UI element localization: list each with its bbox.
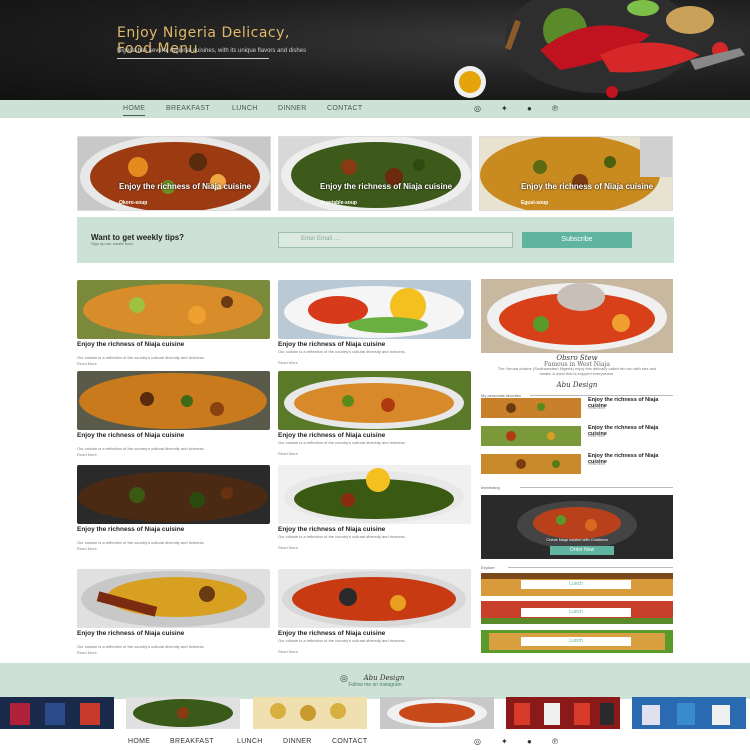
explore-card[interactable]: Lunch: [481, 573, 673, 596]
read-more-link[interactable]: Read More: [588, 406, 605, 410]
favorite-image[interactable]: [481, 454, 581, 474]
instagram-photo[interactable]: [506, 697, 620, 729]
explore-lunch-button[interactable]: Lunch: [521, 637, 631, 646]
email-input[interactable]: Enter Email ....: [278, 232, 513, 248]
dish-image[interactable]: [77, 371, 270, 430]
okoro-soup-image: [78, 137, 270, 210]
read-more-link[interactable]: Read More: [77, 361, 97, 366]
read-more-link[interactable]: Read More: [77, 546, 97, 551]
dish-title[interactable]: Enjoy the richness of Niaja cuisine: [77, 630, 217, 637]
dish-desc: Our cuisine is a reflection of the count…: [77, 540, 205, 545]
sidebar-feature-text: The Yoruba cuisine (Southwestern Nigeria…: [497, 366, 657, 376]
interesting-label: Interesting: [481, 485, 500, 490]
nav-contact[interactable]: CONTACT: [327, 105, 362, 112]
dish-image[interactable]: [77, 569, 270, 628]
instagram-photo[interactable]: [632, 697, 746, 729]
dish-title[interactable]: Enjoy the richness of Niaja cuisine: [77, 341, 217, 348]
order-now-button[interactable]: Order Now: [550, 546, 614, 555]
footer-follow[interactable]: Follow me on Instagram: [0, 682, 750, 688]
nav-dinner[interactable]: DINNER: [278, 105, 307, 112]
dish-image[interactable]: [278, 569, 471, 628]
featured-card[interactable]: Enjoy the richness of Niaja cuisine Okor…: [77, 136, 271, 211]
instagram-icon[interactable]: ◎: [474, 105, 481, 113]
dish-desc: Our cuisine is a reflection of the count…: [278, 440, 406, 445]
subscribe-button[interactable]: Subscribe: [522, 232, 632, 248]
read-more-link[interactable]: Read More: [278, 451, 298, 456]
footer-nav-lunch[interactable]: LUNCH: [237, 738, 263, 745]
dish-image[interactable]: [278, 465, 471, 524]
explore-label: Explore: [481, 565, 495, 570]
dish-title[interactable]: Enjoy the richness of Niaja cuisine: [77, 526, 217, 533]
explore-lunch-button[interactable]: Lunch: [521, 580, 631, 589]
vegetable-soup-image: [279, 137, 471, 210]
dish-title[interactable]: Enjoy the richness of Niaja cuisine: [278, 432, 418, 439]
dish-image[interactable]: [77, 465, 270, 524]
featured-card[interactable]: Enjoy the richness of Niaja cuisine Vege…: [278, 136, 472, 211]
explore-lunch-button[interactable]: Lunch: [521, 608, 631, 617]
footer-brand: Abu Design: [363, 674, 405, 682]
divider: [520, 487, 673, 488]
favorite-image[interactable]: [481, 398, 581, 418]
egusi-soup-image: [480, 137, 672, 210]
dish-desc: Our cuisine is a reflection of the count…: [278, 349, 406, 354]
footer-nav-dinner[interactable]: DINNER: [283, 738, 312, 745]
read-more-link[interactable]: Read More: [77, 650, 97, 655]
featured-subtitle: Okoro-soup: [119, 200, 148, 206]
dish-desc: Our cuisine is a reflection of the count…: [77, 446, 205, 451]
footer-nav-breakfast[interactable]: BREAKFAST: [170, 738, 214, 745]
dish-title[interactable]: Enjoy the richness of Niaja cuisine: [278, 526, 418, 533]
featured-card[interactable]: Enjoy the richness of Niaja cuisine Egus…: [479, 136, 673, 211]
newsletter-subheading: Sign up our create food: [91, 241, 133, 246]
featured-subtitle: Vegetable-soup: [320, 200, 357, 206]
favorite-image[interactable]: [481, 426, 581, 446]
dish-image[interactable]: [278, 371, 471, 430]
sidebar-author: Abu Design: [556, 381, 598, 389]
explore-card[interactable]: Lunch: [481, 630, 673, 653]
main-nav: HOME BREAKFAST LUNCH DINNER CONTACT ◎ ✦ …: [0, 100, 750, 118]
pinterest-icon[interactable]: ℗: [552, 105, 558, 113]
read-more-link[interactable]: Read More: [278, 360, 298, 365]
facebook-icon[interactable]: ●: [527, 738, 532, 746]
promo-text: Check Niaja cuisine with Chidinma: [546, 537, 608, 542]
instagram-photo[interactable]: [126, 697, 240, 729]
nav-lunch[interactable]: LUNCH: [232, 105, 258, 112]
read-more-link[interactable]: Read More: [278, 649, 298, 654]
dish-desc: Our cuisine is a reflection of the count…: [278, 638, 406, 643]
footer-nav-contact[interactable]: CONTACT: [332, 738, 367, 745]
divider: [530, 395, 673, 396]
instagram-photo[interactable]: [253, 697, 367, 729]
footer-nav-home[interactable]: HOME: [128, 738, 150, 745]
featured-title: Enjoy the richness of Niaja cuisine: [119, 182, 252, 191]
hero-subtitle: Nigeria has several regional cuisines, w…: [117, 48, 307, 54]
divider: [508, 567, 673, 568]
featured-title: Enjoy the richness of Niaja cuisine: [521, 182, 654, 191]
featured-title: Enjoy the richness of Niaja cuisine: [320, 182, 453, 191]
read-more-link[interactable]: Read More: [588, 434, 605, 438]
featured-subtitle: Egusi-soup: [521, 200, 549, 206]
hero-divider: [117, 58, 269, 59]
dish-title[interactable]: Enjoy the richness of Niaja cuisine: [278, 341, 418, 348]
read-more-link[interactable]: Read More: [278, 545, 298, 550]
dish-desc: Our cuisine is a reflection of the count…: [77, 355, 205, 360]
dish-title[interactable]: Enjoy the richness of Niaja cuisine: [77, 432, 217, 439]
instagram-photo[interactable]: [380, 697, 494, 729]
instagram-photo[interactable]: [0, 697, 114, 729]
dish-image[interactable]: [278, 280, 471, 339]
read-more-link[interactable]: Read More: [588, 462, 605, 466]
instagram-icon[interactable]: ◎: [474, 738, 481, 746]
dish-image[interactable]: [77, 280, 270, 339]
nav-breakfast[interactable]: BREAKFAST: [166, 105, 210, 112]
facebook-icon[interactable]: ●: [527, 105, 532, 113]
dish-title[interactable]: Enjoy the richness of Niaja cuisine: [278, 630, 418, 637]
featured-stew-image: [481, 279, 673, 353]
dish-desc: Our cuisine is a reflection of the count…: [77, 644, 205, 649]
explore-card[interactable]: Lunch: [481, 601, 673, 624]
twitter-icon[interactable]: ✦: [501, 738, 508, 746]
nav-home[interactable]: HOME: [123, 105, 146, 116]
pinterest-icon[interactable]: ℗: [552, 738, 558, 746]
twitter-icon[interactable]: ✦: [501, 105, 508, 113]
read-more-link[interactable]: Read More: [77, 452, 97, 457]
dish-desc: Our cuisine is a reflection of the count…: [278, 534, 406, 539]
